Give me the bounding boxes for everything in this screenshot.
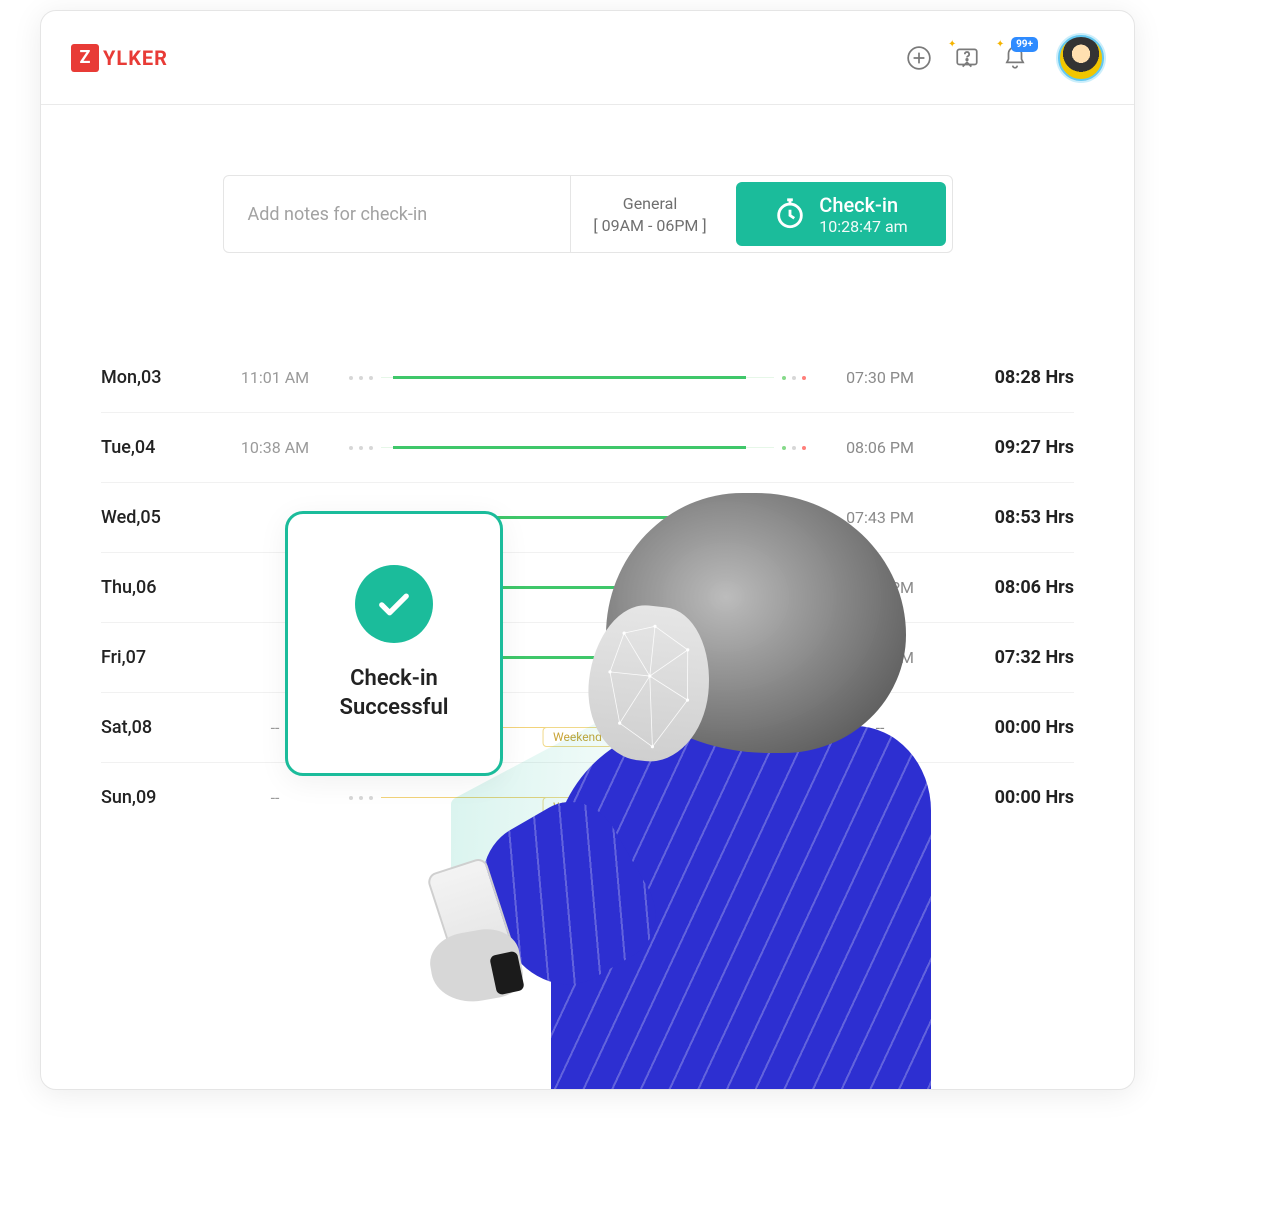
timeline-trail-dots xyxy=(782,516,806,520)
timeline-bar xyxy=(381,447,774,449)
app-header: Z YLKER ✦ ✦ 99+ xyxy=(41,11,1134,105)
shift-hours: [ 09AM - 06PM ] xyxy=(593,216,706,235)
timeline-trail-dots xyxy=(782,376,806,380)
check-out-time: 08:06 PM xyxy=(830,438,930,457)
stopwatch-icon xyxy=(773,197,807,231)
sparkle-icon: ✦ xyxy=(948,39,956,50)
timeline: Weekend xyxy=(349,788,806,808)
timeline-bar: Weekend xyxy=(381,797,774,799)
content-area: Add notes for check-in General [ 09AM - … xyxy=(41,105,1134,832)
attendance-row[interactable]: Mon,03 11:01 AM 07:30 PM 08:28 Hrs xyxy=(101,343,1074,413)
timeline-trail-dots xyxy=(782,796,806,800)
check-out-time: 06:37 PM xyxy=(830,648,930,667)
timeline-bar xyxy=(381,377,774,379)
check-out-time: 07:43 PM xyxy=(830,508,930,527)
timeline-lead-dots xyxy=(349,796,373,800)
popup-line2: Successful xyxy=(340,694,449,723)
check-out-time: 07:31 PM xyxy=(830,578,930,597)
day-label: Sat,08 xyxy=(101,717,201,738)
checkin-notes-input[interactable]: Add notes for check-in xyxy=(224,176,570,252)
check-circle-icon xyxy=(355,565,433,643)
weekend-pill: Weekend xyxy=(542,797,613,817)
attendance-rows: Mon,03 11:01 AM 07:30 PM 08:28 Hrs Tue,04 10… xyxy=(101,343,1074,832)
duration: 09:27 Hrs xyxy=(954,437,1074,458)
duration: 08:28 Hrs xyxy=(954,367,1074,388)
timeline-trail-dots xyxy=(782,726,806,730)
day-label: Sun,09 xyxy=(101,787,201,808)
day-label: Wed,05 xyxy=(101,507,201,528)
duration: 08:53 Hrs xyxy=(954,507,1074,528)
add-icon[interactable] xyxy=(904,43,934,73)
timeline-trail-dots xyxy=(782,586,806,590)
timeline-trail-dots xyxy=(782,656,806,660)
help-icon[interactable]: ✦ xyxy=(952,43,982,73)
duration: 08:06 Hrs xyxy=(954,577,1074,598)
check-out-time: -- xyxy=(830,788,930,807)
weekend-pill: Weekend xyxy=(542,727,613,747)
timeline-lead-dots xyxy=(349,446,373,450)
brand-logo-badge: Z xyxy=(71,44,99,72)
checkin-button-label: Check-in xyxy=(819,193,898,217)
smartwatch-icon xyxy=(489,951,525,996)
sparkle-icon: ✦ xyxy=(996,39,1004,50)
notifications-icon[interactable]: ✦ 99+ xyxy=(1000,43,1030,73)
day-label: Thu,06 xyxy=(101,577,201,598)
duration: 00:00 Hrs xyxy=(954,717,1074,738)
day-label: Fri,07 xyxy=(101,647,201,668)
duration: 07:32 Hrs xyxy=(954,647,1074,668)
timeline-lead-dots xyxy=(349,376,373,380)
attendance-row[interactable]: Sat,08-- Weekend --00:00 Hrs xyxy=(101,693,1074,763)
brand-logo-text: YLKER xyxy=(103,46,168,70)
shift-info: General [ 09AM - 06PM ] xyxy=(570,176,730,252)
day-label: Tue,04 xyxy=(101,437,201,458)
avatar[interactable] xyxy=(1058,35,1104,81)
day-label: Mon,03 xyxy=(101,367,201,388)
check-in-time: 11:01 AM xyxy=(225,368,325,387)
attendance-row[interactable]: Thu,06 07:31 PM 08:06 Hrs xyxy=(101,553,1074,623)
checkin-success-popup: Check-in Successful xyxy=(285,511,503,776)
check-out-time: -- xyxy=(830,718,930,737)
attendance-row[interactable]: Fri,07 06:37 PM 07:32 Hrs xyxy=(101,623,1074,693)
timeline-trail-dots xyxy=(782,446,806,450)
shift-name: General xyxy=(623,194,677,213)
notification-badge: 99+ xyxy=(1011,37,1038,52)
timeline xyxy=(349,368,806,388)
phone-icon xyxy=(426,856,523,991)
duration: 00:00 Hrs xyxy=(954,787,1074,808)
popup-line1: Check-in xyxy=(340,665,449,694)
checkin-button-time: 10:28:47 am xyxy=(819,217,907,236)
brand-logo: Z YLKER xyxy=(71,44,168,72)
attendance-row[interactable]: Tue,04 10:38 AM 08:06 PM 09:27 Hrs xyxy=(101,413,1074,483)
attendance-row[interactable]: Sun,09 -- Weekend -- 00:00 Hrs xyxy=(101,763,1074,832)
checkin-button[interactable]: Check-in 10:28:47 am xyxy=(736,182,946,246)
timeline xyxy=(349,438,806,458)
check-in-time: -- xyxy=(225,788,325,807)
header-actions: ✦ ✦ 99+ xyxy=(904,35,1104,81)
check-in-time: 10:38 AM xyxy=(225,438,325,457)
attendance-row[interactable]: Wed,05 07:43 PM 08:53 Hrs xyxy=(101,483,1074,553)
person-hand xyxy=(426,924,527,1009)
checkin-bar: Add notes for check-in General [ 09AM - … xyxy=(223,175,953,253)
check-out-time: 07:30 PM xyxy=(830,368,930,387)
app-window: Z YLKER ✦ ✦ 99+ xyxy=(40,10,1135,1090)
